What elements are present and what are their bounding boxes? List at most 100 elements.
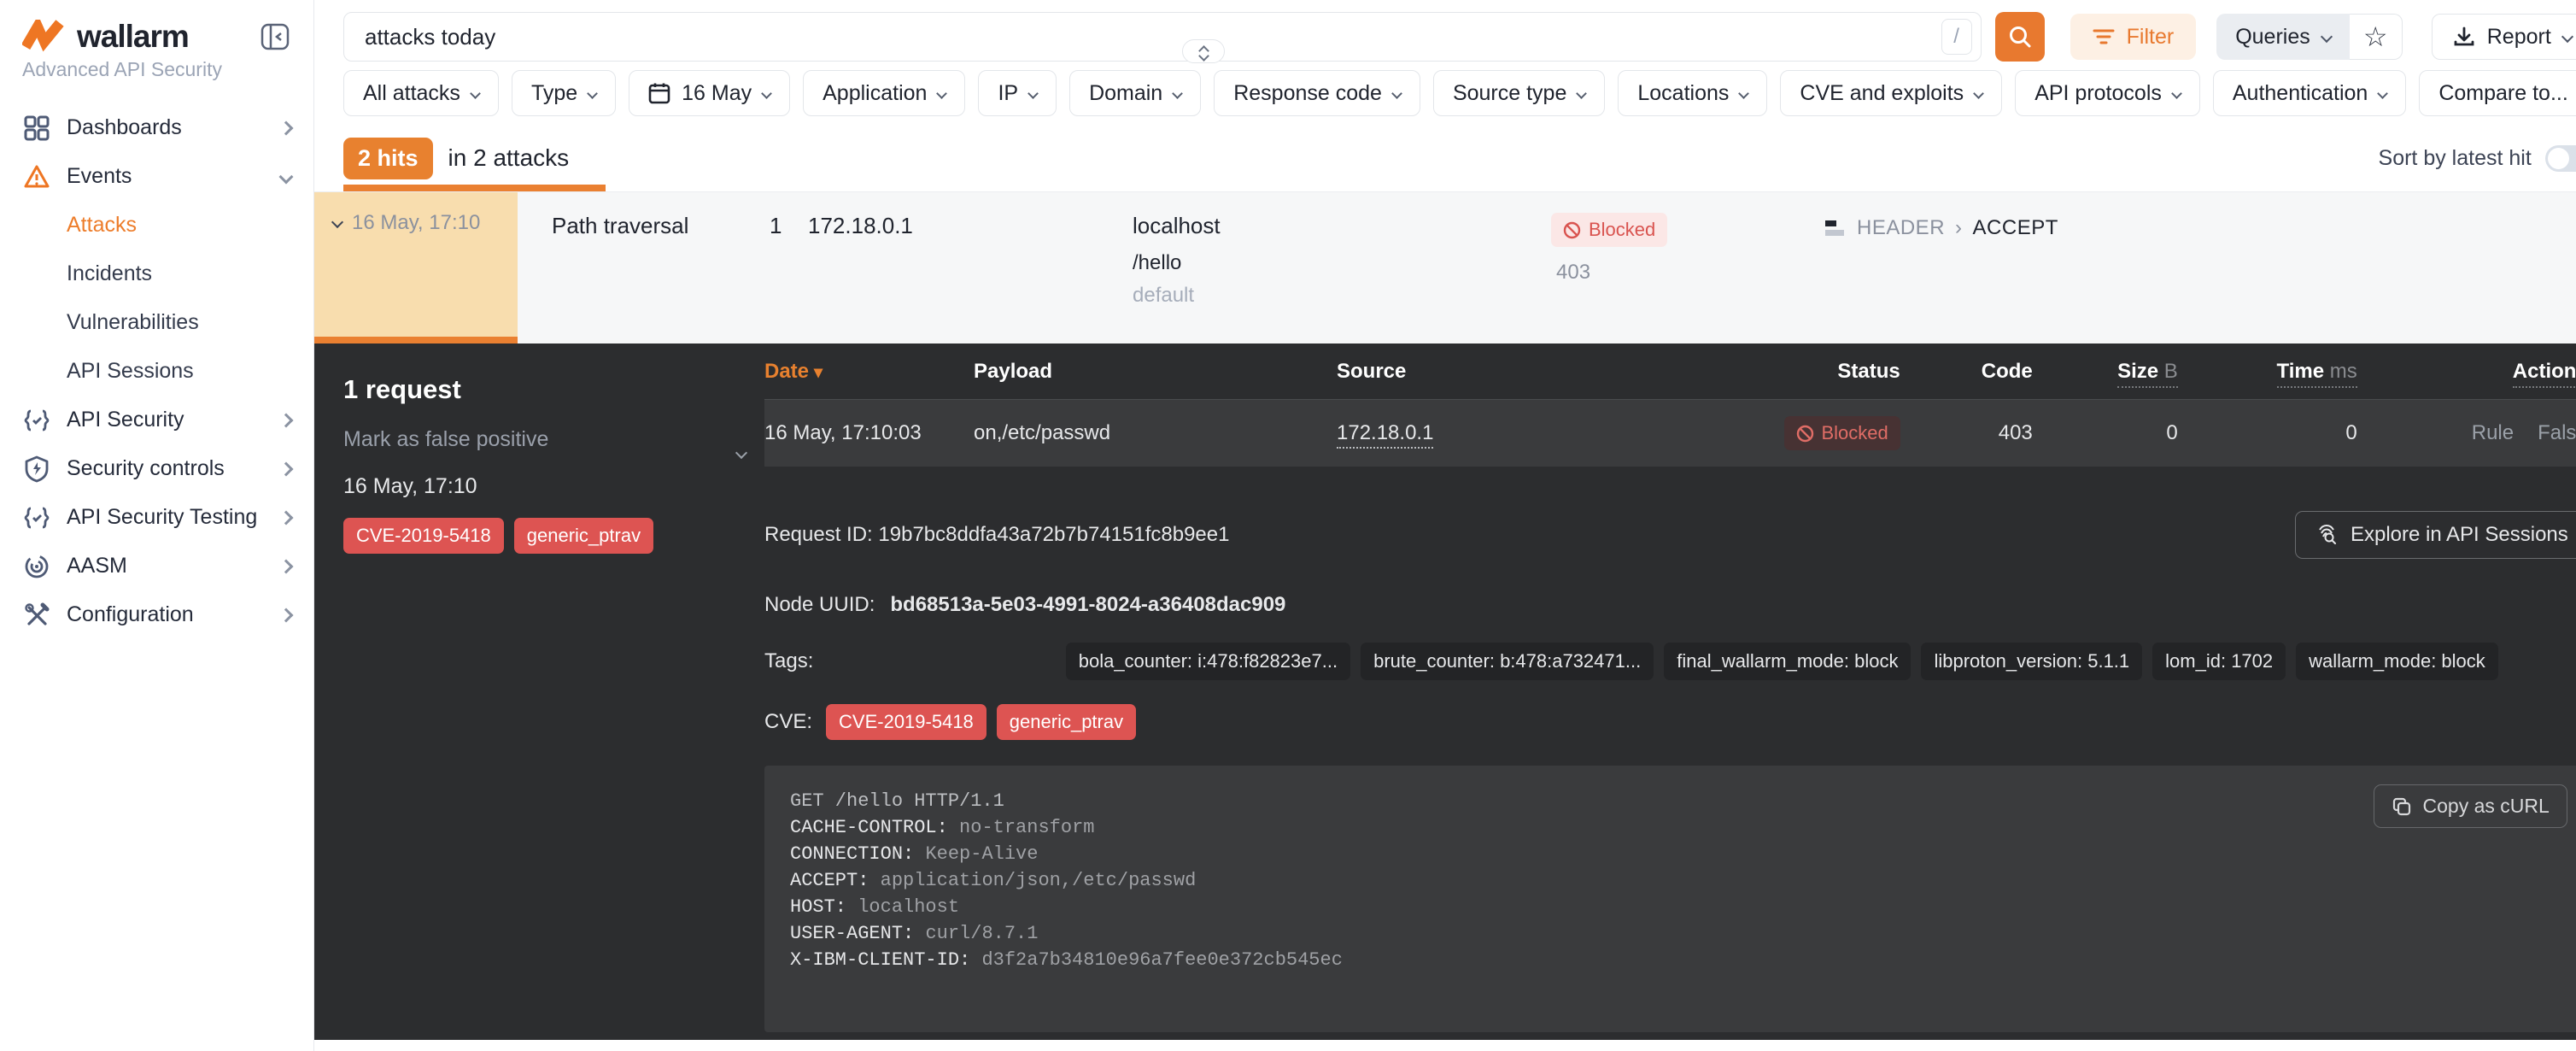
attack-row[interactable]: 16 May, 17:10 Path traversal 1 172.18.0.…	[314, 191, 2576, 343]
report-label: Report	[2487, 25, 2551, 50]
filter-chip-application[interactable]: Application	[803, 70, 965, 116]
filter-chip-cve-exploits[interactable]: CVE and exploits	[1780, 70, 2002, 116]
radar-icon	[22, 552, 51, 581]
sidebar-sub-label: Attacks	[67, 213, 137, 238]
sidebar-item-label: Dashboards	[67, 115, 182, 140]
tag-chip[interactable]: lom_id: 1702	[2152, 643, 2286, 680]
panel-summary: 1 request Mark as false positive 16 May,…	[314, 343, 764, 1040]
cve-chip[interactable]: generic_ptrav	[997, 704, 1136, 740]
sidebar-item-events[interactable]: Events	[0, 152, 313, 201]
wallarm-logo-icon	[22, 20, 67, 54]
source-ip-link[interactable]: 172.18.0.1	[1337, 421, 1433, 449]
filter-chip-domain[interactable]: Domain	[1069, 70, 1201, 116]
sidebar-item-label: Events	[67, 164, 132, 189]
copy-as-curl-button[interactable]: Copy as cURL	[2374, 784, 2567, 828]
filter-chip-authentication[interactable]: Authentication	[2213, 70, 2406, 116]
chevron-down-icon	[1027, 88, 1039, 99]
sidebar-item-vulnerabilities[interactable]: Vulnerabilities	[0, 298, 313, 347]
chevron-right-icon	[279, 559, 294, 573]
tag-chip[interactable]: final_wallarm_mode: block	[1664, 643, 1911, 680]
hit-table-row[interactable]: 16 May, 17:10:03 on,/etc/passwd 172.18.0…	[764, 400, 2576, 467]
chevron-down-icon	[279, 169, 294, 184]
cve-chip[interactable]: CVE-2019-5418	[826, 704, 986, 740]
sidebar-item-dashboards[interactable]: Dashboards	[0, 103, 313, 152]
sidebar-sub-label: API Sessions	[67, 359, 194, 384]
chip-label: Application	[823, 81, 927, 106]
node-uuid-row: Node UUID: bd68513a-5e03-4991-8024-a3640…	[764, 593, 2576, 617]
column-size[interactable]: Size B	[2033, 360, 2178, 384]
hits-table-header: Date▾ Payload Source Status Code Size B …	[764, 343, 2576, 400]
sidebar-item-incidents[interactable]: Incidents	[0, 250, 313, 298]
cve-chip[interactable]: CVE-2019-5418	[343, 518, 504, 554]
summary-cve-chips: CVE-2019-5418 generic_ptrav	[343, 518, 739, 554]
report-button[interactable]: Report	[2432, 14, 2576, 60]
sidebar-item-security-controls[interactable]: Security controls	[0, 444, 313, 493]
sort-toggle[interactable]	[2545, 145, 2576, 172]
chevron-down-icon	[470, 88, 481, 99]
star-icon: ☆	[2363, 21, 2388, 53]
tag-chip[interactable]: bola_counter: i:478:f82823e7...	[1066, 643, 1350, 680]
sidebar-item-api-sessions[interactable]: API Sessions	[0, 347, 313, 396]
favorite-star-button[interactable]: ☆	[2350, 14, 2403, 60]
sidebar-item-label: API Security	[67, 408, 184, 432]
tag-chip[interactable]: brute_counter: b:478:a732471...	[1361, 643, 1654, 680]
column-payload: Payload	[974, 360, 1337, 384]
column-date[interactable]: Date▾	[764, 360, 974, 384]
hits-count-badge[interactable]: 2 hits	[343, 138, 433, 179]
queries-label: Queries	[2235, 25, 2310, 50]
sidebar-item-label: API Security Testing	[67, 505, 257, 530]
tag-chip[interactable]: libproton_version: 5.1.1	[1921, 643, 2142, 680]
location-separator: ›	[1955, 216, 1963, 240]
filter-chip-compare-to[interactable]: Compare to...	[2419, 70, 2576, 116]
attack-date-cell[interactable]: 16 May, 17:10	[314, 192, 518, 343]
sidebar-item-configuration[interactable]: Configuration	[0, 590, 313, 639]
sidebar-item-attacks[interactable]: Attacks	[0, 201, 313, 250]
filter-chip-date[interactable]: 16 May	[629, 70, 790, 116]
chevron-right-icon	[279, 510, 294, 525]
request-id-row: Request ID: 19b7bc8ddfa43a72b7b74151fc8b…	[764, 511, 2576, 559]
filter-chip-locations[interactable]: Locations	[1618, 70, 1767, 116]
filter-chip-type[interactable]: Type	[512, 70, 616, 116]
rule-action-link[interactable]: Rule	[2472, 421, 2514, 445]
sort-label: Sort by latest hit	[2379, 146, 2532, 171]
tag-chip[interactable]: wallarm_mode: block	[2296, 643, 2498, 680]
tags-label: Tags:	[764, 649, 813, 673]
column-actions[interactable]: Actions	[2357, 360, 2576, 384]
search-button[interactable]	[1995, 12, 2045, 62]
explore-api-sessions-button[interactable]: Explore in API Sessions	[2295, 511, 2576, 559]
queries-dropdown[interactable]: Queries	[2216, 14, 2350, 60]
attack-path: /hello	[1133, 251, 1551, 275]
download-icon	[2453, 26, 2475, 48]
braces-check-icon	[22, 503, 51, 532]
filter-chip-source-type[interactable]: Source type	[1433, 70, 1605, 116]
search-input[interactable]	[365, 24, 1941, 50]
filter-chips-row: All attacks Type 16 May Application IP D…	[314, 70, 2576, 116]
sidebar-item-api-security-testing[interactable]: API Security Testing	[0, 493, 313, 542]
mark-false-positive-link[interactable]: Mark as false positive	[343, 427, 739, 452]
sidebar-item-label: Security controls	[67, 456, 225, 481]
chevron-down-icon	[1391, 88, 1402, 99]
filter-chip-api-protocols[interactable]: API protocols	[2015, 70, 2200, 116]
filter-icon	[2093, 27, 2115, 46]
search-panel-resize-handle[interactable]	[1182, 39, 1225, 63]
column-source: Source	[1337, 360, 1768, 384]
chevron-down-icon	[331, 216, 343, 228]
brand-subtitle: Advanced API Security	[0, 55, 313, 81]
filter-chip-ip[interactable]: IP	[978, 70, 1057, 116]
attack-host: localhost	[1133, 213, 1551, 239]
sidebar-item-api-security[interactable]: API Security	[0, 396, 313, 444]
braces-check-icon	[22, 406, 51, 435]
filter-chip-all-attacks[interactable]: All attacks	[343, 70, 499, 116]
false-action-link[interactable]: False	[2538, 421, 2576, 445]
attack-application: default	[1133, 284, 1551, 308]
cve-chip[interactable]: generic_ptrav	[514, 518, 653, 554]
tag-chips: bola_counter: i:478:f82823e7... brute_co…	[1066, 643, 2498, 680]
collapse-sidebar-icon[interactable]	[259, 21, 291, 53]
filter-button[interactable]: Filter	[2070, 14, 2197, 60]
column-time[interactable]: Time ms	[2178, 360, 2357, 384]
chevron-down-icon	[1172, 88, 1183, 99]
filter-chip-response-code[interactable]: Response code	[1214, 70, 1420, 116]
copy-button-label: Copy as cURL	[2423, 795, 2550, 818]
calendar-icon	[648, 82, 670, 104]
sidebar-item-aasm[interactable]: AASM	[0, 542, 313, 590]
